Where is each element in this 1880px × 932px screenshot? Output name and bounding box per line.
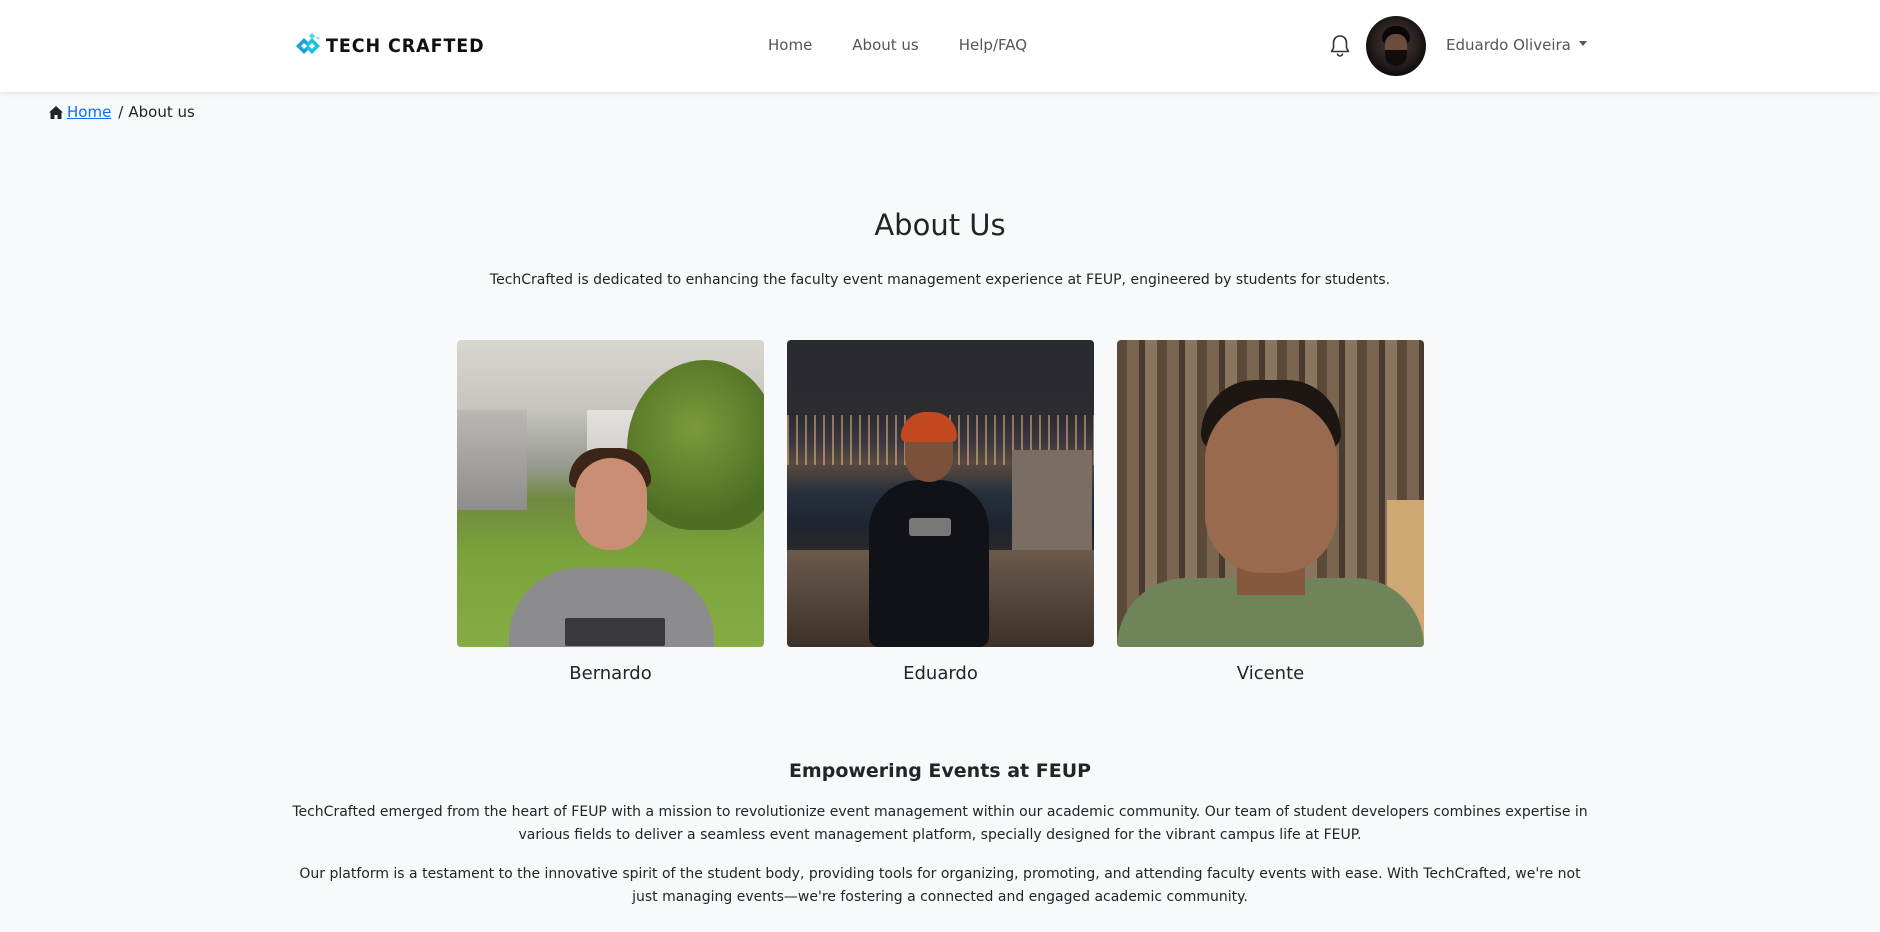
mission-title: Empowering Events at FEUP xyxy=(788,760,1092,782)
team-member-card: Eduardo xyxy=(787,340,1094,684)
member-name: Bernardo xyxy=(569,663,652,684)
nav-link-about-us[interactable]: About us xyxy=(852,36,918,54)
breadcrumb-current: About us xyxy=(128,103,195,121)
main-nav: Home About us Help/FAQ xyxy=(768,36,1067,54)
tech-crafted-logo-icon xyxy=(296,33,320,54)
breadcrumb-home-link[interactable]: Home xyxy=(67,103,111,121)
team-grid: Bernardo Eduardo Vicente xyxy=(457,340,1424,684)
bell-icon[interactable] xyxy=(1329,34,1351,58)
page-lead: TechCrafted is dedicated to enhancing th… xyxy=(489,272,1391,288)
nav-link-help-faq[interactable]: Help/FAQ xyxy=(959,36,1027,54)
brand-logo[interactable]: TECH CRAFTED xyxy=(292,30,498,62)
brand-name: TECH CRAFTED xyxy=(326,35,485,57)
breadcrumb-separator: / xyxy=(118,103,124,121)
user-avatar[interactable] xyxy=(1366,16,1426,76)
member-photo-eduardo xyxy=(787,340,1094,647)
caret-down-icon xyxy=(1578,41,1587,46)
page-title: About Us xyxy=(874,208,1006,242)
team-member-card: Bernardo xyxy=(457,340,764,684)
nav-link-home[interactable]: Home xyxy=(768,36,812,54)
member-name: Eduardo xyxy=(903,663,978,684)
breadcrumb: Home / About us xyxy=(48,103,195,121)
home-icon xyxy=(49,105,63,119)
member-photo-vicente xyxy=(1117,340,1424,647)
mission-paragraph: TechCrafted emerged from the heart of FE… xyxy=(292,804,1588,843)
mission-paragraph: Our platform is a testament to the innov… xyxy=(299,866,1581,905)
member-photo-bernardo xyxy=(457,340,764,647)
top-navbar: TECH CRAFTED Home About us Help/FAQ Edua… xyxy=(0,0,1880,92)
team-member-card: Vicente xyxy=(1117,340,1424,684)
member-name: Vicente xyxy=(1236,663,1305,684)
user-name: Eduardo Oliveira xyxy=(1446,36,1571,54)
user-menu-dropdown[interactable]: Eduardo Oliveira xyxy=(1446,36,1587,54)
